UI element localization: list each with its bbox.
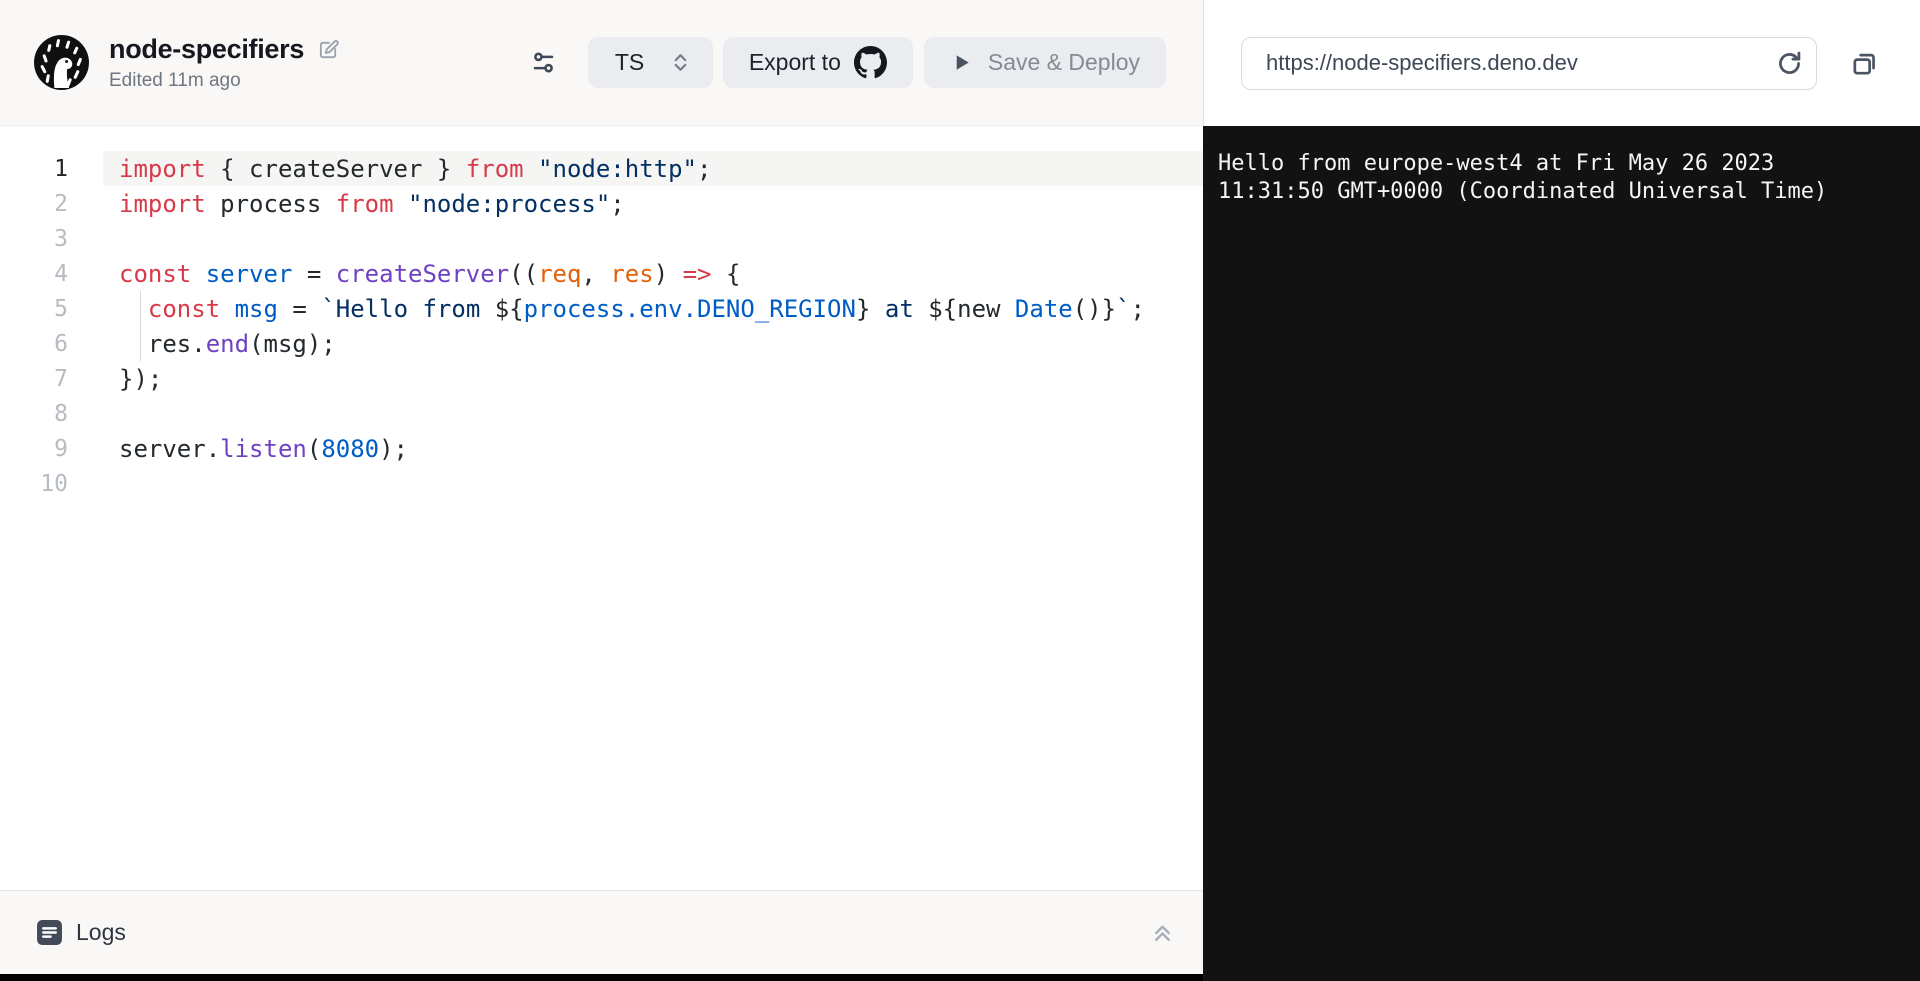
project-title: node-specifiers	[109, 34, 304, 65]
code-text: res.end(msg);	[68, 330, 336, 358]
code-line[interactable]: 10	[0, 466, 1203, 501]
logs-icon	[36, 919, 63, 946]
expand-logs-button[interactable]	[1149, 919, 1176, 946]
project-title-block: node-specifiers Edited 11m ago	[109, 34, 340, 92]
logs-label: Logs	[76, 919, 126, 946]
code-line[interactable]: 4const server = createServer((req, res) …	[0, 256, 1203, 291]
save-deploy-label: Save & Deploy	[988, 49, 1140, 76]
url-input[interactable]: https://node-specifiers.deno.dev	[1241, 37, 1817, 90]
refresh-icon	[1775, 49, 1804, 78]
code-line[interactable]: 6 res.end(msg);	[0, 326, 1203, 361]
line-number: 10	[0, 471, 68, 497]
line-number: 7	[0, 366, 68, 392]
line-number: 8	[0, 401, 68, 427]
play-icon	[950, 51, 973, 74]
export-to-github-button[interactable]: Export to	[723, 37, 913, 88]
deno-logo	[33, 34, 90, 91]
url-text: https://node-specifiers.deno.dev	[1266, 50, 1578, 76]
code-line[interactable]: 8	[0, 396, 1203, 431]
code-text: server.listen(8080);	[68, 435, 408, 463]
line-number: 9	[0, 436, 68, 462]
settings-button[interactable]	[530, 49, 557, 76]
code-text: });	[68, 365, 162, 393]
terminal-output: Hello from europe-west4 at Fri May 26 20…	[1218, 150, 1841, 206]
line-number: 4	[0, 261, 68, 287]
line-number: 3	[0, 226, 68, 252]
code-text: const msg = `Hello from ${process.env.DE…	[68, 295, 1145, 323]
playground-header: node-specifiers Edited 11m ago TS	[0, 0, 1203, 126]
open-in-new-window-button[interactable]	[1849, 48, 1880, 79]
code-text: import { createServer } from "node:http"…	[68, 155, 711, 183]
github-icon	[854, 46, 887, 79]
line-number: 5	[0, 296, 68, 322]
code-text: const server = createServer((req, res) =…	[68, 260, 740, 288]
terminal[interactable]: Hello from europe-west4 at Fri May 26 20…	[1203, 126, 1920, 981]
chevron-double-up-icon	[1149, 919, 1176, 946]
line-number: 1	[0, 156, 68, 182]
code-line[interactable]: 7});	[0, 361, 1203, 396]
line-number: 2	[0, 191, 68, 217]
export-label: Export to	[749, 49, 841, 76]
language-selector[interactable]: TS	[588, 37, 713, 88]
save-deploy-button[interactable]: Save & Deploy	[924, 37, 1166, 88]
preview-header: https://node-specifiers.deno.dev	[1203, 0, 1920, 126]
refresh-button[interactable]	[1775, 49, 1804, 78]
code-line[interactable]: 9server.listen(8080);	[0, 431, 1203, 466]
code-line[interactable]: 3	[0, 221, 1203, 256]
chevron-up-down-icon	[669, 51, 692, 74]
code-line[interactable]: 5 const msg = `Hello from ${process.env.…	[0, 291, 1203, 326]
pencil-square-icon	[317, 38, 340, 61]
edit-title-button[interactable]	[317, 38, 340, 61]
code-text: import process from "node:process";	[68, 190, 625, 218]
line-number: 6	[0, 331, 68, 357]
code-line[interactable]: 2import process from "node:process";	[0, 186, 1203, 221]
logs-bar: Logs	[0, 890, 1203, 974]
code-editor[interactable]: 1import { createServer } from "node:http…	[0, 126, 1203, 890]
language-label: TS	[615, 49, 644, 76]
code-line[interactable]: 1import { createServer } from "node:http…	[0, 151, 1203, 186]
sliders-icon	[530, 49, 557, 76]
preview-panel: https://node-specifiers.deno.dev Hello f…	[1203, 0, 1920, 981]
overlapping-windows-icon	[1849, 48, 1880, 79]
playground-panel: node-specifiers Edited 11m ago TS	[0, 0, 1203, 974]
edited-timestamp: Edited 11m ago	[109, 70, 340, 92]
